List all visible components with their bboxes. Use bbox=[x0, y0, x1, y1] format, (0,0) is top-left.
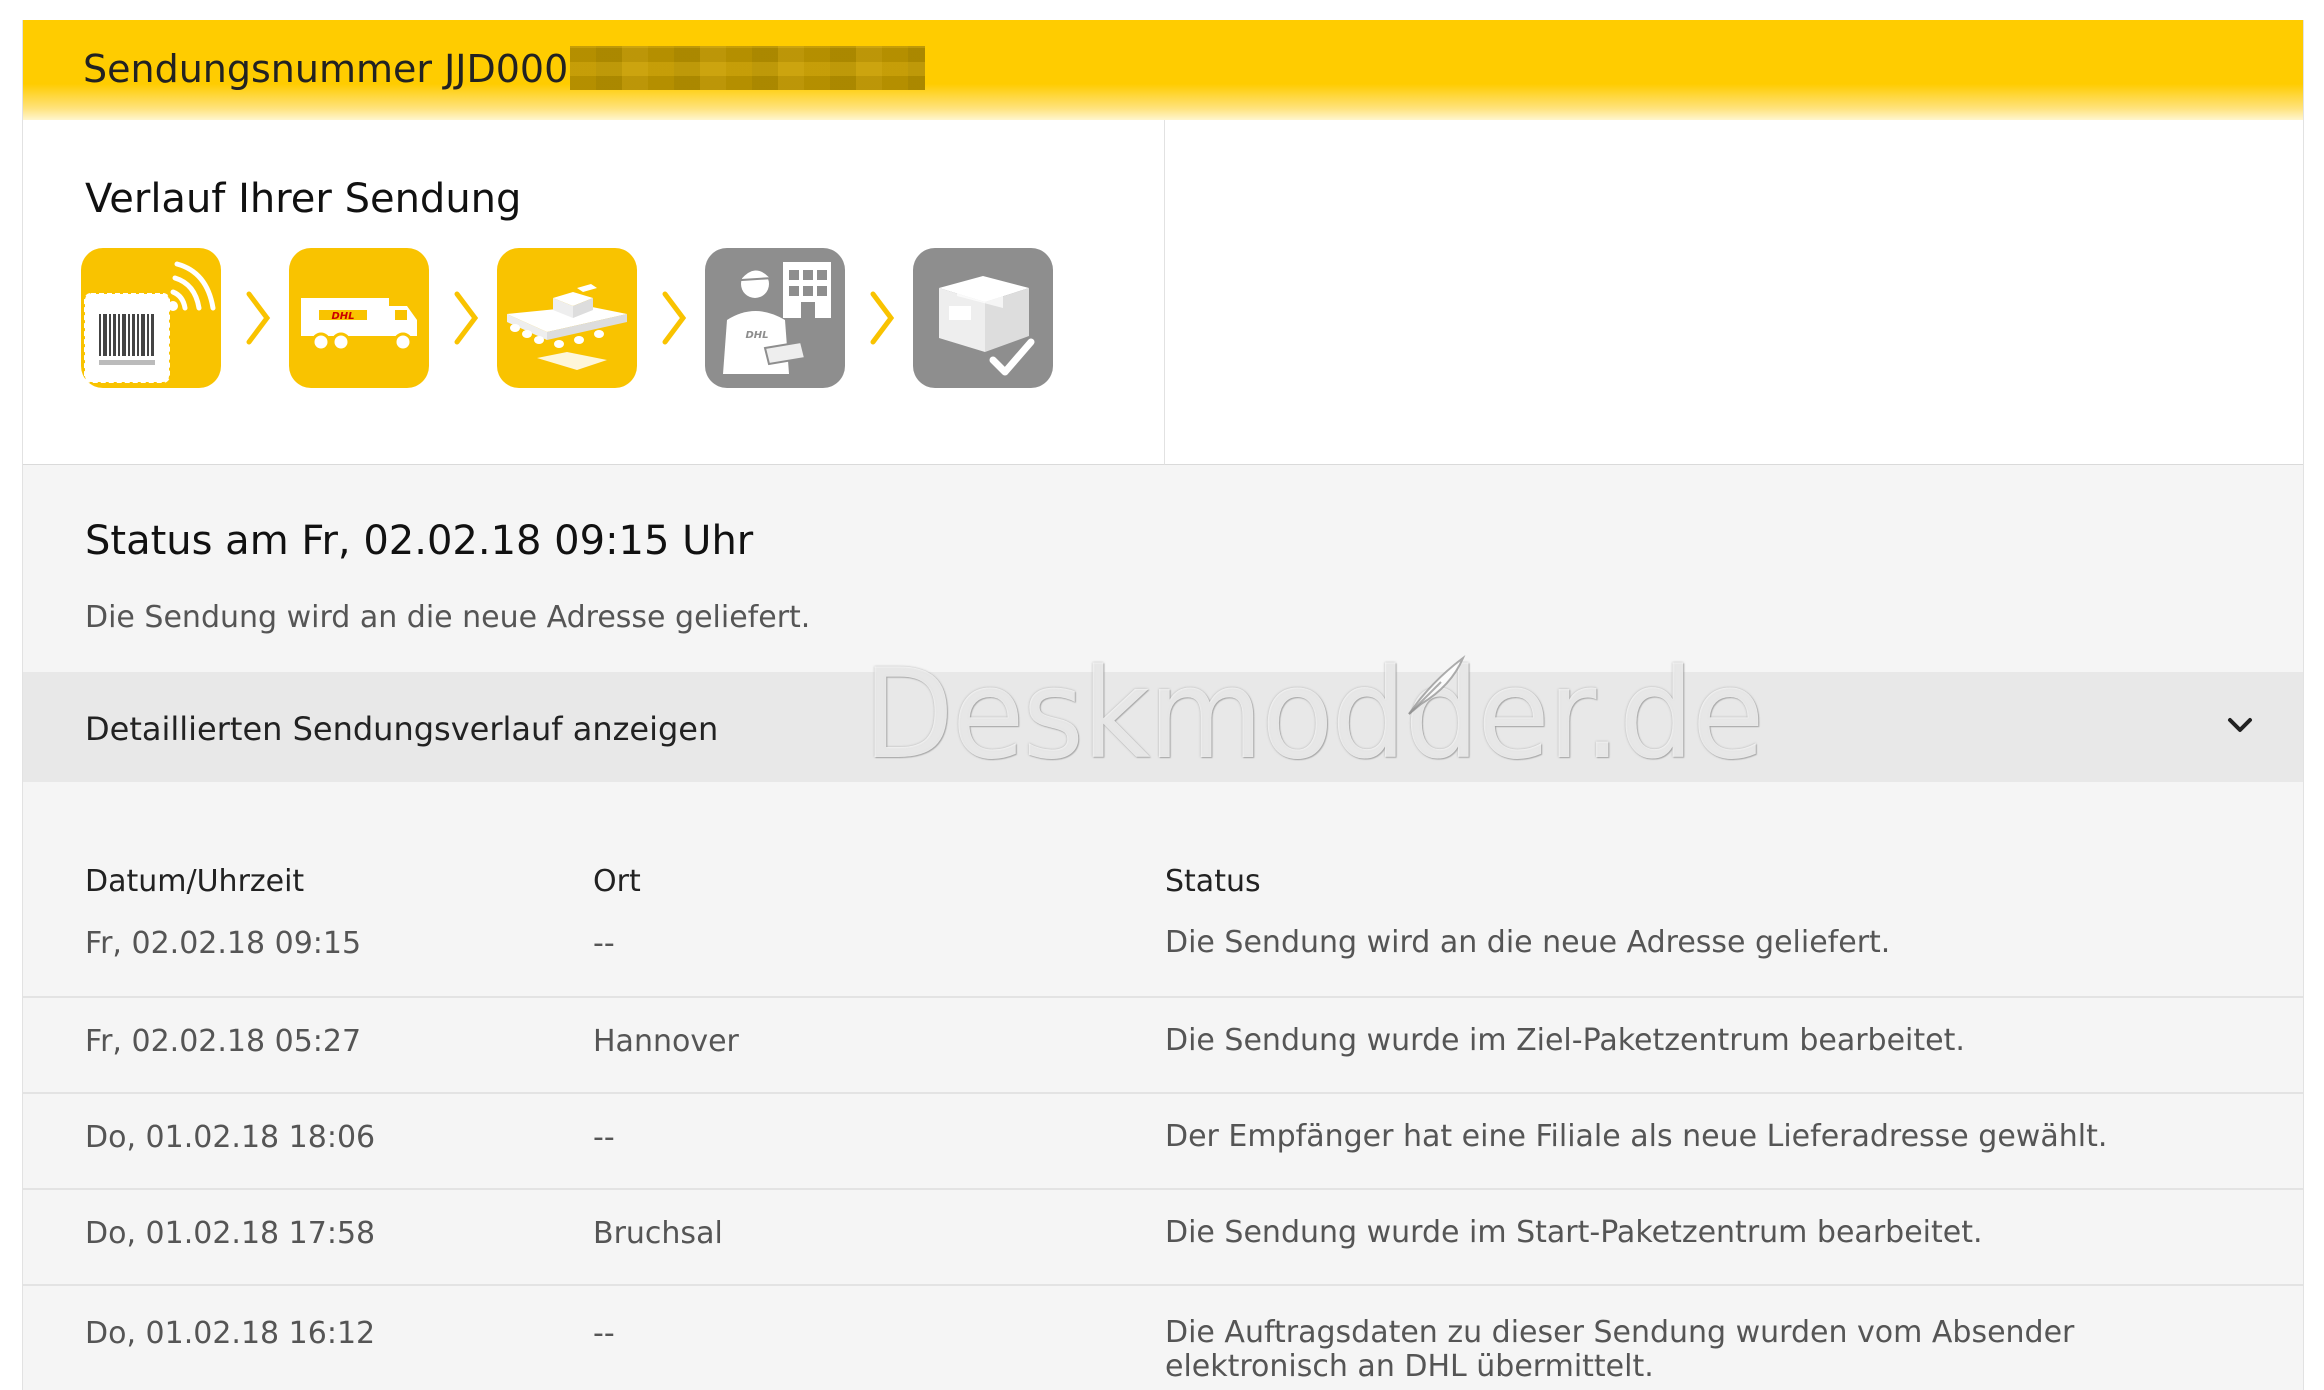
row-date: Do, 01.02.18 18:06 bbox=[85, 1120, 376, 1155]
step-delivered bbox=[913, 248, 1053, 388]
chevron-right-icon bbox=[454, 291, 479, 345]
header-status: Status bbox=[1165, 864, 1261, 899]
table-row: Do, 01.02.18 16:12 -- Die Auftragsdaten … bbox=[23, 1286, 2303, 1390]
row-place: Hannover bbox=[593, 1024, 739, 1059]
row-place: -- bbox=[593, 926, 615, 961]
header-place: Ort bbox=[593, 864, 641, 899]
header-date: Datum/Uhrzeit bbox=[85, 864, 305, 899]
step-barcode bbox=[81, 248, 221, 388]
current-status: Status am Fr, 02.02.18 09:15 Uhr Die Sen… bbox=[23, 464, 2303, 692]
shipment-number-title: Sendungsnummer JJD000 bbox=[83, 46, 926, 91]
chevron-right-icon bbox=[870, 291, 895, 345]
row-date: Do, 01.02.18 16:12 bbox=[85, 1316, 376, 1351]
status-title: Status am Fr, 02.02.18 09:15 Uhr bbox=[85, 518, 754, 564]
row-date: Fr, 02.02.18 05:27 bbox=[85, 1024, 362, 1059]
row-date: Do, 01.02.18 17:58 bbox=[85, 1216, 376, 1251]
chevron-down-icon[interactable] bbox=[2225, 710, 2255, 740]
table-row: Do, 01.02.18 18:06 -- Der Empfänger hat … bbox=[23, 1094, 2303, 1190]
chevron-right-icon bbox=[246, 291, 271, 345]
table-row: Fr, 02.02.18 09:15 -- Die Sendung wird a… bbox=[23, 900, 2303, 998]
barcode-label-icon bbox=[84, 261, 216, 383]
shipment-number-label: Sendungsnummer JJD000 bbox=[83, 47, 569, 91]
right-panel bbox=[1165, 120, 2303, 465]
redacted-tracking-number bbox=[570, 46, 926, 90]
row-date: Fr, 02.02.18 09:15 bbox=[85, 926, 362, 961]
row-place: -- bbox=[593, 1316, 615, 1351]
row-place: -- bbox=[593, 1120, 615, 1155]
step-conveyor bbox=[497, 248, 637, 388]
row-status: Die Sendung wurde im Start-Paketzentrum … bbox=[1165, 1215, 1983, 1250]
courier-delivery-icon: DHL bbox=[723, 262, 831, 374]
row-status: Die Sendung wurde im Ziel-Paketzentrum b… bbox=[1165, 1023, 1965, 1058]
row-status: Die Sendung wird an die neue Adresse gel… bbox=[1165, 925, 1891, 960]
progress-panel: Verlauf Ihrer Sendung DHL DHL bbox=[23, 120, 1165, 465]
svg-text:DHL: DHL bbox=[331, 311, 354, 322]
row-status: Die Auftragsdaten zu dieser Sendung wurd… bbox=[1165, 1315, 2075, 1384]
chevron-right-icon bbox=[662, 291, 687, 345]
row-status: Der Empfänger hat eine Filiale als neue … bbox=[1165, 1119, 2108, 1154]
table-row: Do, 01.02.18 17:58 Bruchsal Die Sendung … bbox=[23, 1190, 2303, 1286]
toggle-label: Detaillierten Sendungsverlauf anzeigen bbox=[85, 710, 719, 748]
svg-text:DHL: DHL bbox=[745, 330, 768, 341]
dhl-truck-icon: DHL bbox=[301, 298, 417, 352]
package-delivered-icon bbox=[939, 276, 1035, 376]
shipment-card: Sendungsnummer JJD000 Verlauf Ihrer Send… bbox=[22, 20, 2304, 1390]
show-detailed-history-toggle[interactable]: Detaillierten Sendungsverlauf anzeigen bbox=[23, 672, 2303, 782]
row-place: Bruchsal bbox=[593, 1216, 723, 1251]
table-row: Fr, 02.02.18 05:27 Hannover Die Sendung … bbox=[23, 998, 2303, 1094]
progress-title: Verlauf Ihrer Sendung bbox=[85, 176, 522, 222]
top-panels: Verlauf Ihrer Sendung DHL DHL bbox=[23, 120, 2303, 465]
status-text: Die Sendung wird an die neue Adresse gel… bbox=[85, 600, 811, 635]
step-truck: DHL bbox=[289, 248, 429, 388]
conveyor-belt-icon bbox=[507, 284, 627, 370]
shipment-header: Sendungsnummer JJD000 bbox=[23, 20, 2303, 120]
step-courier: DHL bbox=[705, 248, 845, 388]
